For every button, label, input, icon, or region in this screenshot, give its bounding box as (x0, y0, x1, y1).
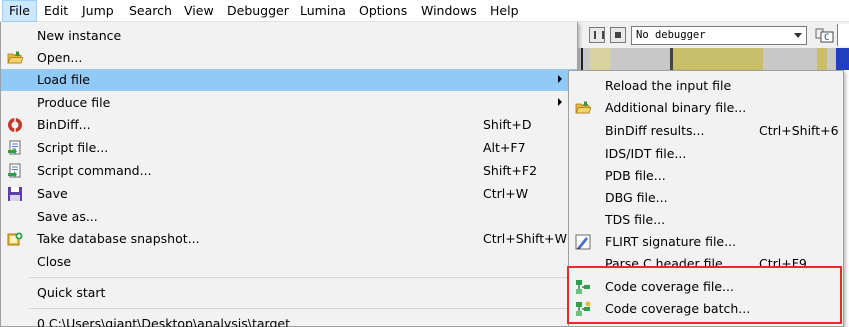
navband-segment (763, 48, 781, 70)
menu-item-shortcut: Shift+F2 (483, 163, 538, 178)
menu-item-label: PDB file... (605, 168, 666, 183)
stop-icon[interactable] (610, 27, 626, 43)
menu-search[interactable]: Search (129, 0, 172, 22)
menu-separator (29, 277, 575, 278)
submenu-item-flirt-signature-file[interactable]: FLIRT signature file... (569, 231, 843, 253)
menu-item-label: BinDiff... (37, 117, 91, 132)
menu-item-script-command[interactable]: Script command... Shift+F2 (1, 160, 577, 182)
submenu-item-reload-input-file[interactable]: Reload the input file (569, 75, 843, 97)
navband-segment (817, 48, 827, 70)
submenu-arrow-icon (558, 98, 562, 106)
menu-bar: File Edit Jump Search View Debugger Lumi… (0, 0, 849, 22)
menu-item-shortcut: Ctrl+Shift+6 (759, 123, 839, 138)
menu-item-shortcut: Shift+D (483, 117, 532, 132)
submenu-item-tds-file[interactable]: TDS file... (569, 209, 843, 231)
menu-item-load-file[interactable]: Load file (1, 69, 577, 91)
menu-item-label: DBG file... (605, 190, 668, 205)
menu-item-shortcut: Ctrl+W (483, 186, 529, 201)
save-icon (7, 186, 23, 202)
menu-item-bindiff[interactable]: BinDiff... Shift+D (1, 114, 577, 136)
menu-item-label: Close (37, 254, 72, 269)
menu-help[interactable]: Help (490, 0, 519, 22)
menu-item-label: Take database snapshot... (37, 231, 200, 246)
menu-item-label: Save (37, 186, 68, 201)
navigation-band[interactable] (575, 48, 849, 70)
menu-item-label: TDS file... (605, 212, 666, 227)
navband-segment (673, 48, 763, 70)
menu-item-label: Produce file (37, 95, 111, 110)
menu-windows[interactable]: Windows (421, 0, 477, 22)
submenu-item-bindiff-results[interactable]: BinDiff results... Ctrl+Shift+6 (569, 120, 843, 142)
menu-debugger[interactable]: Debugger (227, 0, 289, 22)
debugger-options-icon-text: C (824, 33, 829, 43)
open-folder-icon (7, 50, 24, 66)
navband-segment (581, 48, 583, 70)
menu-item-shortcut: Alt+F7 (483, 140, 526, 155)
pause-icon[interactable] (589, 27, 605, 43)
submenu-item-pdb-file[interactable]: PDB file... (569, 165, 843, 187)
menu-item-quick-start[interactable]: Quick start (1, 282, 577, 304)
submenu-item-dbg-file[interactable]: DBG file... (569, 187, 843, 209)
menu-lumina[interactable]: Lumina (300, 0, 346, 22)
flirt-signature-icon (575, 234, 591, 250)
menu-item-label: Script file... (37, 140, 109, 155)
menu-item-label: IDS/IDT file... (605, 146, 687, 161)
submenu-arrow-icon (558, 75, 562, 83)
menu-item-label: Open... (37, 50, 83, 65)
menu-item-label: 0 C:\Users\giant\Desktop\analysis\target (37, 316, 290, 327)
menu-item-shortcut: Ctrl+Shift+W (483, 231, 567, 246)
menu-item-label: Additional binary file... (605, 100, 747, 115)
menu-edit[interactable]: Edit (44, 0, 68, 22)
menu-item-label: Quick start (37, 285, 106, 300)
menu-item-open[interactable]: Open... (1, 47, 577, 69)
menu-item-recent-file[interactable]: 0 C:\Users\giant\Desktop\analysis\target (1, 313, 577, 327)
submenu-item-additional-binary-file[interactable]: Additional binary file... (569, 97, 843, 119)
menu-item-label: FLIRT signature file... (605, 234, 737, 249)
menu-item-new-instance[interactable]: New instance (1, 25, 577, 47)
bindiff-icon (7, 117, 23, 133)
navband-segment (836, 48, 849, 70)
script-command-icon (7, 163, 23, 179)
menu-jump[interactable]: Jump (82, 0, 114, 22)
menu-item-label: Reload the input file (605, 78, 732, 93)
menu-item-label: Save as... (37, 209, 98, 224)
menu-item-label: Load file (37, 72, 90, 87)
debugger-options-icon[interactable]: C (815, 26, 835, 44)
menu-item-produce-file[interactable]: Produce file (1, 92, 577, 114)
menu-options[interactable]: Options (359, 0, 407, 22)
menu-item-label: BinDiff results... (605, 123, 705, 138)
debug-toolbar: No debugger C (575, 22, 849, 48)
menu-item-save[interactable]: Save Ctrl+W (1, 183, 577, 205)
debugger-select-value: No debugger (636, 29, 706, 41)
menu-item-script-file[interactable]: Script file... Alt+F7 (1, 137, 577, 159)
snapshot-icon (7, 231, 23, 247)
menu-item-save-as[interactable]: Save as... (1, 206, 577, 228)
file-menu: New instance Open... Load file Produce f… (0, 22, 578, 327)
debugger-select[interactable]: No debugger (631, 26, 807, 45)
script-file-icon (7, 140, 23, 156)
chevron-down-icon (794, 33, 802, 38)
menu-separator (29, 308, 575, 309)
menu-view[interactable]: View (184, 0, 214, 22)
navband-segment (590, 48, 610, 70)
menu-item-label: Script command... (37, 163, 152, 178)
debugger-options-icon-svg: C (815, 28, 834, 43)
menu-item-label: New instance (37, 28, 122, 43)
menu-item-close[interactable]: Close (1, 251, 577, 273)
navband-segment (781, 48, 817, 70)
open-folder-icon (575, 100, 592, 116)
toolbar-edge (837, 24, 849, 46)
menu-file[interactable]: File (2, 0, 37, 22)
annotation-highlight-box (567, 266, 842, 324)
menu-item-take-snapshot[interactable]: Take database snapshot... Ctrl+Shift+W (1, 228, 577, 250)
submenu-item-ids-idt-file[interactable]: IDS/IDT file... (569, 143, 843, 165)
